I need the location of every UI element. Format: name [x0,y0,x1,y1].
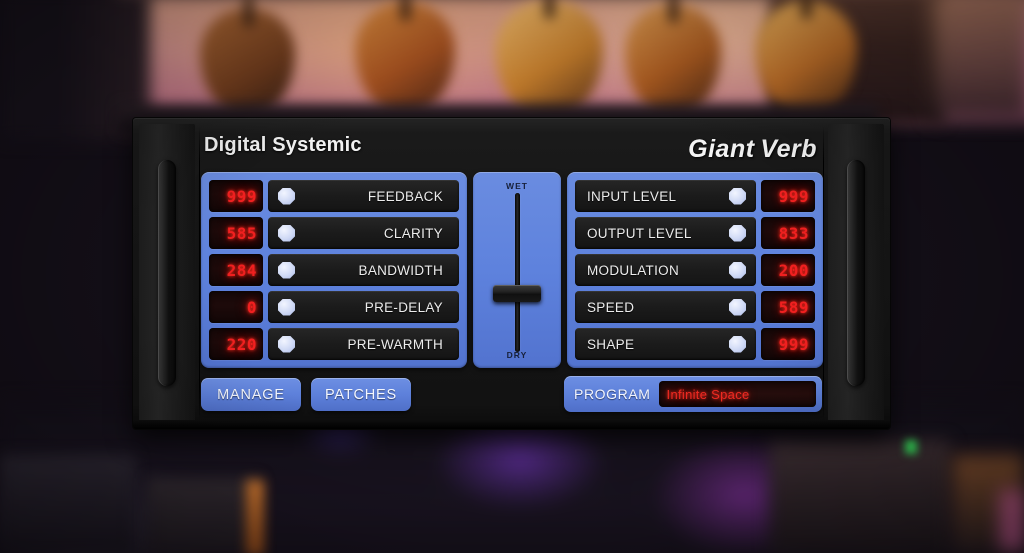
rack-ear-right [828,124,884,423]
knob-icon-modulation[interactable] [729,261,746,279]
rack-bottom-lip [133,420,890,429]
led-display-shape: 999 [761,328,815,360]
led-display-modulation: 200 [761,254,815,286]
param-label-shape: SHAPE [587,336,635,352]
param-row-clarity: 585 CLARITY [209,217,459,249]
manage-button[interactable]: MANAGE [201,378,301,411]
param-label-clarity: CLARITY [383,225,443,241]
led-value-pre-warmth: 220 [226,334,257,354]
program-label: PROGRAM [574,386,651,402]
knob-icon-speed[interactable] [729,298,746,316]
brand-logo-word-1: Giant [688,135,755,163]
param-row-speed: SPEED 589 [575,291,815,323]
patches-button[interactable]: PATCHES [311,378,411,411]
knob-bar-feedback[interactable]: FEEDBACK [268,180,459,212]
led-display-feedback: 999 [209,180,263,212]
led-display-clarity: 585 [209,217,263,249]
reverb-rack-unit: Digital Systemic Giant Verb 999 FEEDBACK… [133,118,890,429]
background-green-light [905,440,917,454]
rack-handle-left[interactable] [158,160,176,386]
param-row-pre-warmth: 220 PRE-WARMTH [209,328,459,360]
param-row-modulation: MODULATION 200 [575,254,815,286]
param-row-feedback: 999 FEEDBACK [209,180,459,212]
knob-bar-shape[interactable]: SHAPE [575,328,756,360]
footer-controls: MANAGE PATCHES PROGRAM Infinite Space [201,376,822,414]
rack-ear-left [139,124,195,423]
param-label-output-level: OUTPUT LEVEL [587,225,692,241]
header: Digital Systemic Giant Verb [204,134,819,168]
background-rack-bottom-right [770,440,950,553]
param-row-bandwidth: 284 BANDWIDTH [209,254,459,286]
right-parameter-panel: INPUT LEVEL 999 OUTPUT LEVEL 833 MODULAT… [567,172,823,368]
program-value: Infinite Space [666,386,750,402]
background-amp-orange-strip [246,480,264,553]
background-amp-left-2 [148,478,260,553]
led-value-pre-delay: 0 [246,297,257,317]
param-label-feedback: FEEDBACK [367,188,443,204]
knob-icon-output-level[interactable] [729,224,746,242]
led-value-speed: 589 [778,297,809,317]
knob-bar-modulation[interactable]: MODULATION [575,254,756,286]
knob-icon-clarity[interactable] [278,224,295,242]
param-label-bandwidth: BANDWIDTH [358,262,443,278]
param-row-pre-delay: 0 PRE-DELAY [209,291,459,323]
right-parameter-rows: INPUT LEVEL 999 OUTPUT LEVEL 833 MODULAT… [575,180,815,360]
led-value-output-level: 833 [778,223,809,243]
brand-logo: Giant Verb [688,135,817,164]
wet-dry-fader-panel: WET DRY [473,172,561,368]
param-label-pre-warmth: PRE-WARMTH [347,336,443,352]
background-amp-left [0,455,135,553]
knob-icon-pre-warmth[interactable] [278,335,295,353]
led-value-clarity: 585 [226,223,257,243]
faceplate-divider-left [199,126,200,421]
knob-icon-pre-delay[interactable] [278,298,295,316]
program-selector[interactable]: PROGRAM Infinite Space [564,376,822,412]
param-row-output-level: OUTPUT LEVEL 833 [575,217,815,249]
led-value-feedback: 999 [226,186,257,206]
left-parameter-panel: 999 FEEDBACK 585 CLARITY 284 BANDWIDTH 0… [201,172,467,368]
knob-bar-speed[interactable]: SPEED [575,291,756,323]
background-pink-light [1000,490,1024,550]
led-display-pre-delay: 0 [209,291,263,323]
program-display[interactable]: Infinite Space [658,381,816,407]
faceplate-divider-right [823,126,824,421]
led-display-bandwidth: 284 [209,254,263,286]
led-value-shape: 999 [778,334,809,354]
brand-logo-word-2: Verb [760,135,817,163]
led-display-speed: 589 [761,291,815,323]
param-row-shape: SHAPE 999 [575,328,815,360]
knob-bar-output-level[interactable]: OUTPUT LEVEL [575,217,756,249]
fader-track[interactable] [493,193,541,352]
knob-bar-pre-warmth[interactable]: PRE-WARMTH [268,328,459,360]
background-rack-far-right [930,0,1024,120]
led-value-modulation: 200 [778,260,809,280]
param-label-input-level: INPUT LEVEL [587,188,677,204]
param-label-speed: SPEED [587,299,635,315]
knob-bar-pre-delay[interactable]: PRE-DELAY [268,291,459,323]
knob-bar-input-level[interactable]: INPUT LEVEL [575,180,756,212]
knob-icon-bandwidth[interactable] [278,261,295,279]
knob-icon-shape[interactable] [729,335,746,353]
knob-bar-bandwidth[interactable]: BANDWIDTH [268,254,459,286]
led-display-pre-warmth: 220 [209,328,263,360]
led-display-input-level: 999 [761,180,815,212]
page-title: Digital Systemic [204,134,362,156]
led-display-output-level: 833 [761,217,815,249]
param-label-pre-delay: PRE-DELAY [364,299,443,315]
param-row-input-level: INPUT LEVEL 999 [575,180,815,212]
fader-label-wet: WET [506,181,528,191]
fader-track-area[interactable] [473,191,561,352]
led-value-input-level: 999 [778,186,809,206]
knob-bar-clarity[interactable]: CLARITY [268,217,459,249]
led-value-bandwidth: 284 [226,260,257,280]
knob-icon-input-level[interactable] [729,187,746,205]
knob-icon-feedback[interactable] [278,187,295,205]
left-parameter-rows: 999 FEEDBACK 585 CLARITY 284 BANDWIDTH 0… [209,180,459,360]
wet-dry-fader[interactable]: WET DRY [473,172,561,368]
rack-handle-right[interactable] [847,160,865,386]
param-label-modulation: MODULATION [587,262,680,278]
fader-handle[interactable] [493,285,541,303]
